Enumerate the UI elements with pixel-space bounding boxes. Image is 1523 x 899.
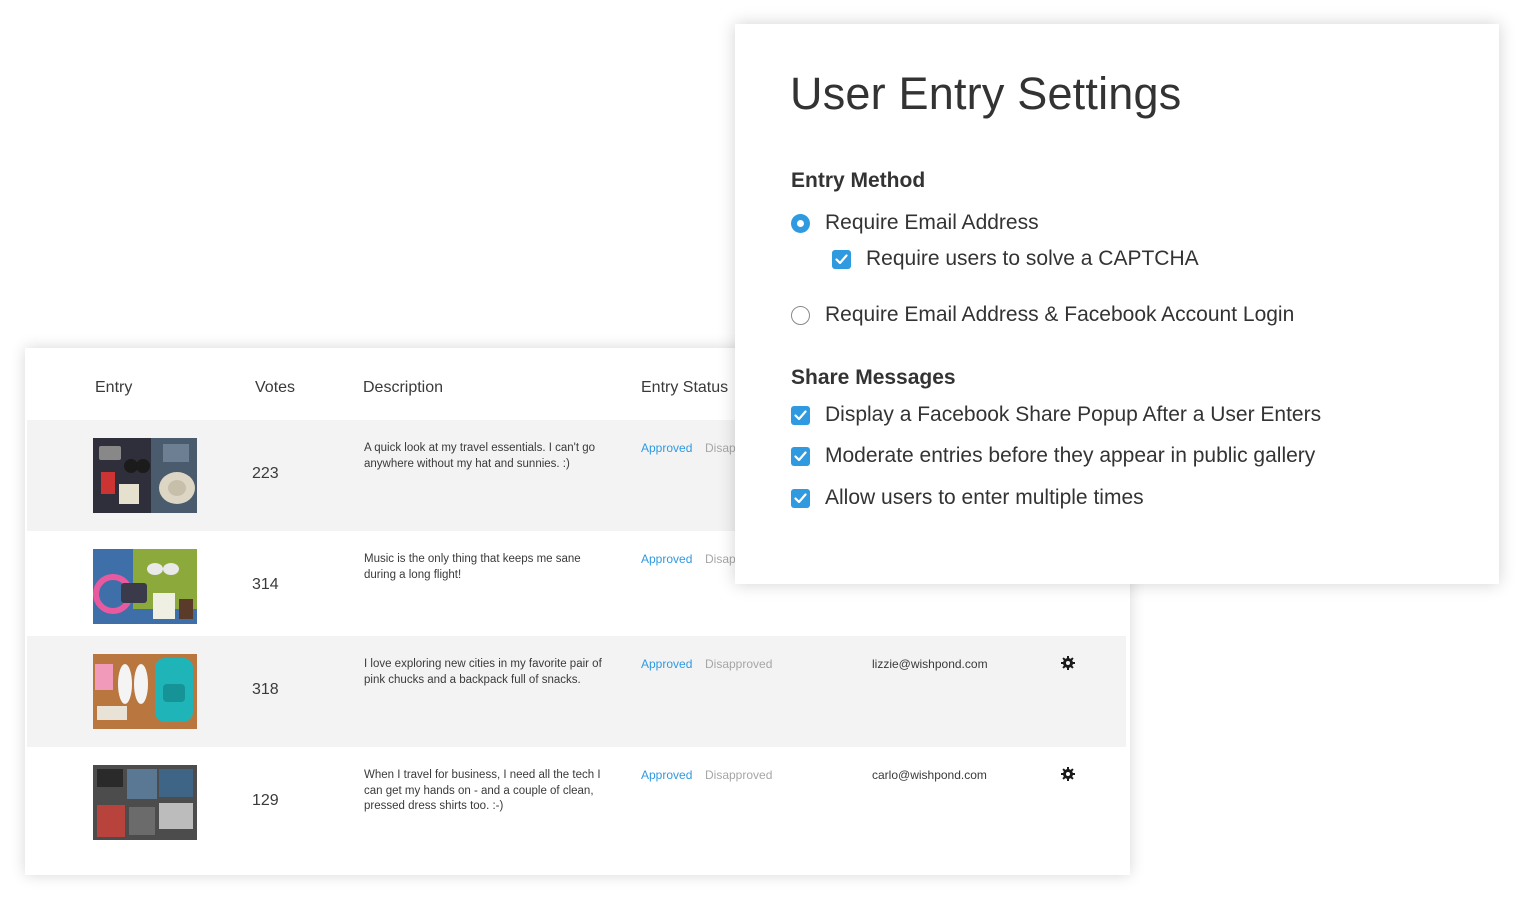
- radio-label: Require Email Address: [825, 211, 1039, 234]
- approve-link[interactable]: Approved: [641, 657, 692, 671]
- checkbox-label: Moderate entries before they appear in p…: [825, 444, 1316, 467]
- entry-description: Music is the only thing that keeps me sa…: [364, 553, 581, 581]
- table-row: 318 I love exploring new cities in my fa…: [27, 636, 1126, 747]
- column-header-description[interactable]: Description: [363, 379, 443, 397]
- checkbox-label: Display a Facebook Share Popup After a U…: [825, 403, 1322, 426]
- settings-title: User Entry Settings: [790, 68, 1182, 119]
- entry-photo[interactable]: [93, 549, 197, 624]
- column-header-entry[interactable]: Entry: [95, 379, 132, 397]
- gear-icon[interactable]: [1061, 656, 1075, 670]
- checkbox-checked-icon[interactable]: [791, 405, 810, 425]
- radio-unselected-icon[interactable]: [791, 305, 810, 325]
- column-header-status[interactable]: Entry Status: [641, 379, 728, 397]
- approve-link[interactable]: Approved: [641, 441, 692, 455]
- checkbox-captcha[interactable]: Require users to solve a CAPTCHA: [832, 247, 1199, 271]
- entry-photo[interactable]: [93, 438, 197, 513]
- table-row: 129 When I travel for business, I need a…: [27, 747, 1126, 858]
- votes-count: 223: [252, 465, 279, 482]
- entrant-email: lizzie@wishpond.com: [872, 657, 988, 671]
- checkbox-moderate-entries[interactable]: Moderate entries before they appear in p…: [791, 444, 1315, 468]
- radio-require-email[interactable]: Require Email Address: [791, 211, 1039, 235]
- checkbox-checked-icon[interactable]: [791, 446, 810, 466]
- disapprove-link[interactable]: Disapproved: [705, 657, 772, 671]
- votes-count: 318: [252, 681, 279, 698]
- entry-description: I love exploring new cities in my favori…: [364, 658, 602, 686]
- radio-label: Require Email Address & Facebook Account…: [825, 303, 1295, 326]
- checkbox-checked-icon[interactable]: [832, 249, 851, 269]
- gear-icon[interactable]: [1061, 767, 1075, 781]
- votes-count: 314: [252, 576, 279, 593]
- entry-method-heading: Entry Method: [791, 169, 926, 192]
- checkbox-facebook-share-popup[interactable]: Display a Facebook Share Popup After a U…: [791, 403, 1321, 427]
- entry-photo[interactable]: [93, 765, 197, 840]
- radio-require-email-facebook[interactable]: Require Email Address & Facebook Account…: [791, 303, 1294, 327]
- entrant-email: carlo@wishpond.com: [872, 768, 987, 782]
- entry-photo[interactable]: [93, 654, 197, 729]
- approve-link[interactable]: Approved: [641, 768, 692, 782]
- disapprove-link[interactable]: Disap: [705, 552, 736, 566]
- entry-description: A quick look at my travel essentials. I …: [364, 442, 596, 470]
- disapprove-link[interactable]: Disapproved: [705, 768, 772, 782]
- entry-description: When I travel for business, I need all t…: [364, 769, 601, 812]
- checkbox-label: Require users to solve a CAPTCHA: [866, 247, 1199, 270]
- approve-link[interactable]: Approved: [641, 552, 692, 566]
- checkbox-checked-icon[interactable]: [791, 488, 810, 508]
- user-entry-settings-panel: User Entry Settings Entry Method Require…: [735, 24, 1499, 584]
- column-header-votes[interactable]: Votes: [255, 379, 295, 397]
- checkbox-label: Allow users to enter multiple times: [825, 486, 1144, 509]
- checkbox-multiple-entries[interactable]: Allow users to enter multiple times: [791, 486, 1144, 510]
- share-messages-heading: Share Messages: [791, 366, 956, 389]
- radio-selected-icon[interactable]: [791, 213, 810, 233]
- votes-count: 129: [252, 792, 279, 809]
